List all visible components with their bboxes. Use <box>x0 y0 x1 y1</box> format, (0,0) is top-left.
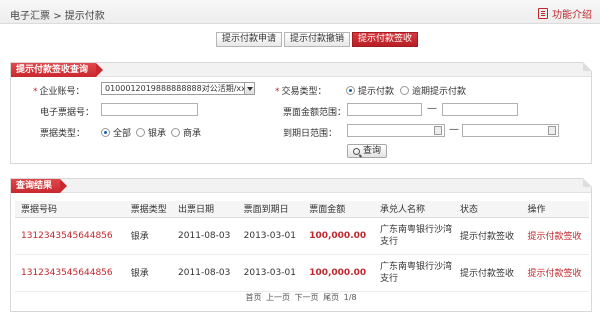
action-sign-link[interactable]: 提示付款签收 <box>521 254 589 292</box>
search-button-label: 查询 <box>363 146 382 156</box>
amount-max-input[interactable] <box>442 103 518 116</box>
col-status: 状态 <box>453 201 522 218</box>
amount-min-input[interactable] <box>347 103 422 116</box>
results-table: 票据号码 票据类型 出票日期 票面到期日 票面金额 承兑人名称 状态 操作 13… <box>15 201 589 292</box>
col-issue-date: 出票日期 <box>172 201 238 218</box>
col-acceptor: 承兑人名称 <box>373 201 454 218</box>
search-button[interactable]: 查询 <box>347 144 388 158</box>
range-dash: — <box>427 103 437 114</box>
pager-prev[interactable]: 上一页 <box>266 293 290 302</box>
range-dash: — <box>449 124 459 135</box>
bill-no-label: 电子票据号： <box>40 108 95 118</box>
account-select[interactable]: 0100012019888888888对公活期/xxx公 <box>101 82 255 95</box>
trade-type-radio-payment[interactable]: 提示付款 <box>346 84 394 97</box>
results-panel: 查询结果 票据号码 票据类型 出票日期 票面到期日 票面金额 承兑人名称 状态 … <box>10 178 592 312</box>
bill-type-commercial-label: 商承 <box>183 129 202 139</box>
radio-icon <box>171 128 180 137</box>
breadcrumb-current: 提示付款 <box>64 11 105 22</box>
table-row: 1312343545644856 银承 2011-08-03 2013-03-0… <box>15 254 589 292</box>
cell-status: 提示付款签收 <box>453 254 522 292</box>
breadcrumb-separator: > <box>53 11 62 22</box>
cell-issue-date: 2011-08-03 <box>172 254 238 292</box>
search-icon <box>353 147 360 155</box>
results-panel-header: 查询结果 <box>11 179 591 193</box>
pager-first[interactable]: 首页 <box>245 293 261 302</box>
cell-due-date: 2013-03-01 <box>237 217 304 255</box>
col-bill-no: 票据号码 <box>15 201 125 218</box>
cell-bill-no[interactable]: 1312343545644856 <box>15 254 125 292</box>
col-amount: 票面金额 <box>303 201 374 218</box>
trade-type-payment-label: 提示付款 <box>358 87 395 97</box>
query-panel-title: 提示付款签收查询 <box>11 63 104 77</box>
top-bar: 电子汇票 > 提示付款 功能介绍 <box>0 0 600 24</box>
radio-checked-icon <box>101 128 110 137</box>
cell-amount: 100,000.00 <box>303 217 374 255</box>
due-end-input[interactable] <box>462 124 559 137</box>
radio-icon <box>136 128 145 137</box>
bill-type-label: 票据类型： <box>40 129 86 139</box>
cell-acceptor: 广东南粤银行沙湾支行 <box>373 217 454 255</box>
trade-type-label-text: 交易类型： <box>281 87 327 97</box>
due-range-label: 到期日范围： <box>283 129 338 139</box>
corner-fold <box>583 62 592 71</box>
bill-no-input[interactable] <box>101 103 198 116</box>
bill-type-radio-bank[interactable]: 银承 <box>136 126 166 139</box>
cell-status: 提示付款签收 <box>453 217 522 255</box>
radio-checked-icon <box>346 86 355 95</box>
col-due-date: 票面到期日 <box>237 201 304 218</box>
tab-payment-apply[interactable]: 提示付款申请 <box>216 32 283 47</box>
tab-payment-sign[interactable]: 提示付款签收 <box>352 32 419 47</box>
pager-page-indicator: 1/8 <box>343 293 357 302</box>
corner-fold <box>583 178 592 187</box>
col-bill-type: 票据类型 <box>124 201 173 218</box>
pager-last[interactable]: 尾页 <box>323 293 339 302</box>
cell-amount: 100,000.00 <box>303 254 374 292</box>
calendar-icon[interactable] <box>434 126 442 135</box>
cell-bill-no[interactable]: 1312343545644856 <box>15 217 125 255</box>
trade-type-radio-overdue[interactable]: 逾期提示付款 <box>400 84 466 97</box>
cell-bill-type: 银承 <box>124 217 173 255</box>
function-intro-label: 功能介绍 <box>552 10 592 21</box>
action-sign-link[interactable]: 提示付款签收 <box>521 217 589 255</box>
function-intro-link[interactable]: 功能介绍 <box>538 6 592 21</box>
table-row: 1312343545644856 银承 2011-08-03 2013-03-0… <box>15 217 589 255</box>
account-label: * 企业账号： <box>33 84 85 97</box>
pager-next[interactable]: 下一页 <box>295 293 319 302</box>
required-mark: * <box>33 87 38 97</box>
table-header-row: 票据号码 票据类型 出票日期 票面到期日 票面金额 承兑人名称 状态 操作 <box>15 201 589 218</box>
tab-bar: 提示付款申请 提示付款撤销 提示付款签收 <box>216 32 420 47</box>
document-icon <box>538 8 548 19</box>
breadcrumb: 电子汇票 > 提示付款 <box>10 7 105 22</box>
trade-type-label: * 交易类型： <box>275 84 327 97</box>
bill-type-radio-commercial[interactable]: 商承 <box>171 126 201 139</box>
cell-acceptor: 广东南粤银行沙湾支行 <box>373 254 454 292</box>
cell-bill-type: 银承 <box>124 254 173 292</box>
query-panel: 提示付款签收查询 * 企业账号： 0100012019888888888对公活期/… <box>10 62 592 164</box>
amount-range-label: 票面金额范围： <box>283 108 347 118</box>
calendar-icon[interactable] <box>548 126 556 135</box>
tab-payment-revoke[interactable]: 提示付款撤销 <box>284 32 351 47</box>
query-panel-header: 提示付款签收查询 <box>11 63 591 77</box>
pagination: 首页 上一页 下一页 尾页 1/8 <box>11 292 591 303</box>
radio-icon <box>400 86 409 95</box>
cell-due-date: 2013-03-01 <box>237 254 304 292</box>
required-mark: * <box>275 87 280 97</box>
chevron-down-icon[interactable] <box>244 83 254 94</box>
col-action: 操作 <box>521 201 589 218</box>
results-panel-title: 查询结果 <box>11 179 68 193</box>
account-label-text: 企业账号： <box>39 87 85 97</box>
due-start-input[interactable] <box>347 124 445 137</box>
trade-type-overdue-label: 逾期提示付款 <box>412 87 467 97</box>
bill-type-bank-label: 银承 <box>148 129 167 139</box>
bill-type-all-label: 全部 <box>113 129 132 139</box>
cell-issue-date: 2011-08-03 <box>172 217 238 255</box>
breadcrumb-parent[interactable]: 电子汇票 <box>10 11 50 22</box>
account-select-value: 0100012019888888888对公活期/xxx公 <box>105 84 255 93</box>
bill-type-radio-all[interactable]: 全部 <box>101 126 131 139</box>
